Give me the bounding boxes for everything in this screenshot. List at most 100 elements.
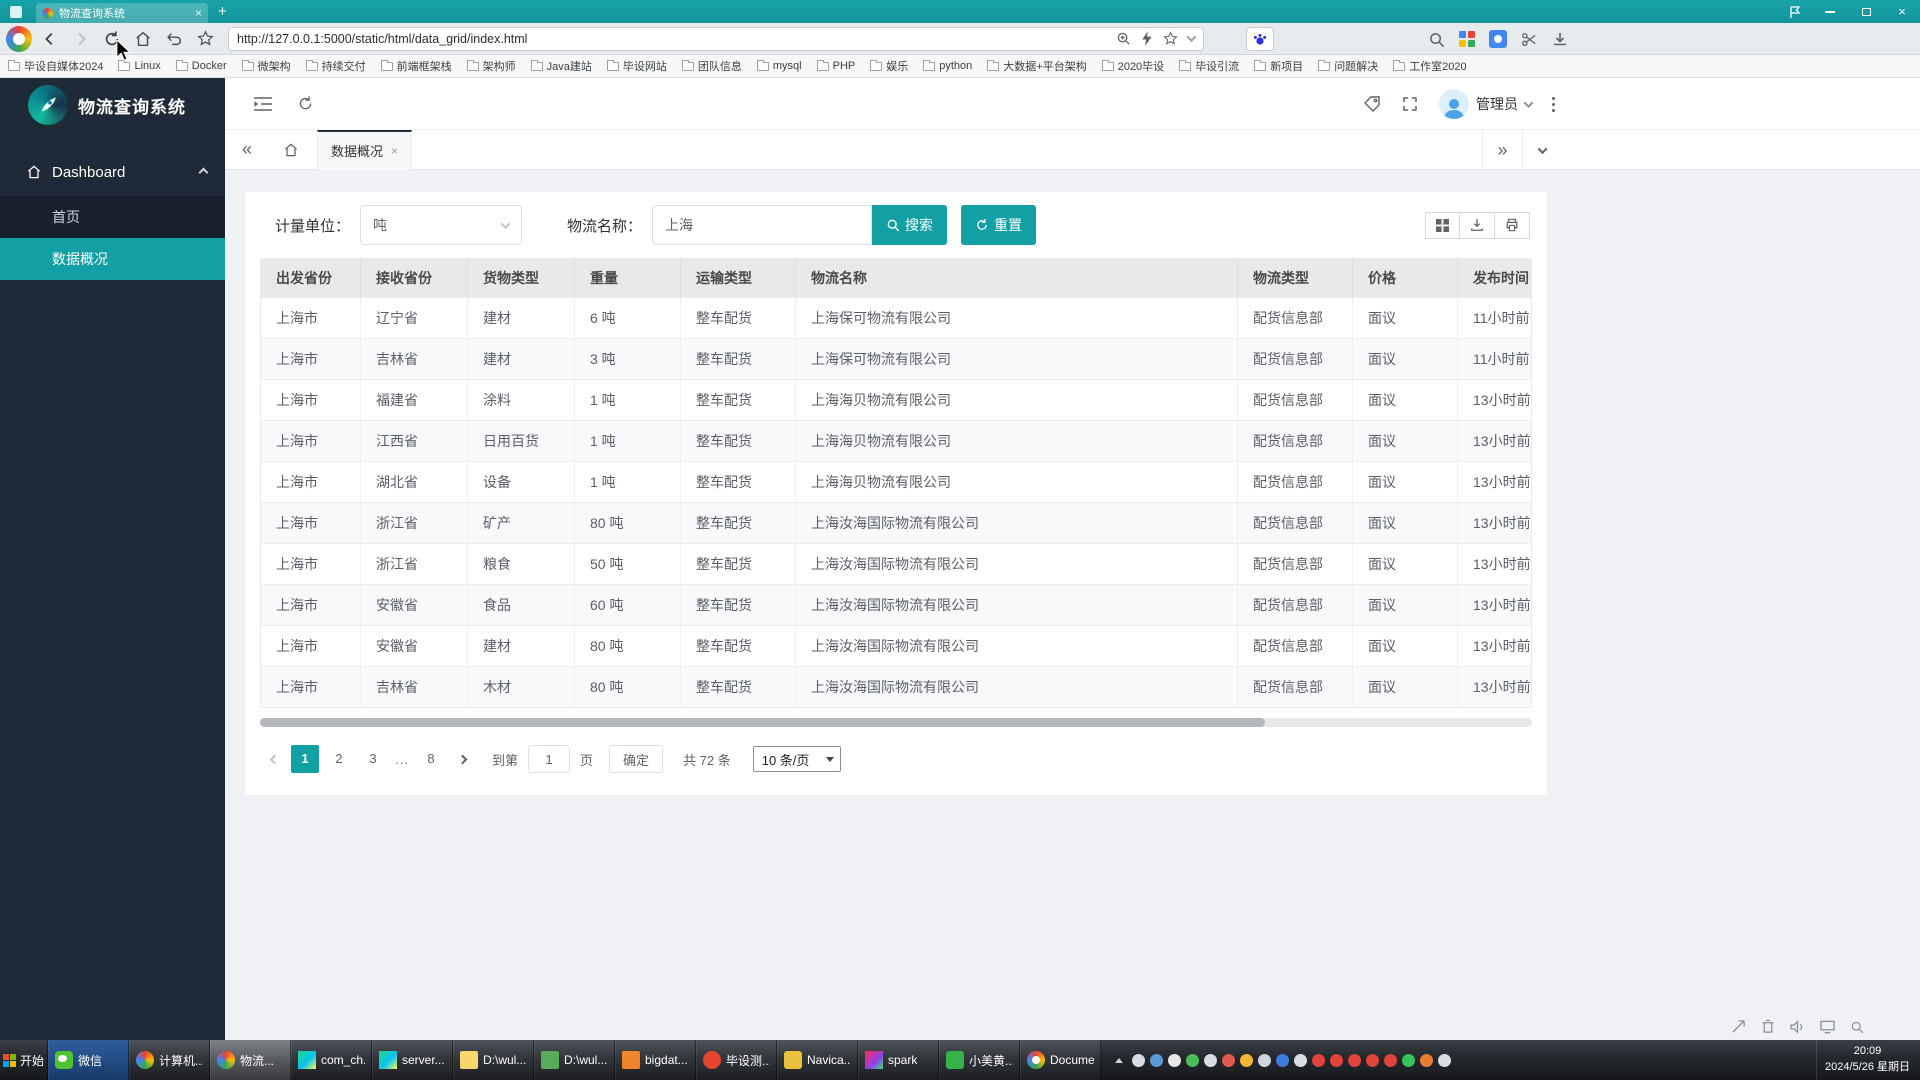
sidebar-item-dashboard[interactable]: Dashboard <box>0 148 225 196</box>
page-size-select[interactable]: 10 条/页 <box>753 746 841 772</box>
export-icon-button[interactable] <box>1460 212 1495 239</box>
browser-logo[interactable] <box>6 26 32 52</box>
taskbar-item[interactable]: Navica... <box>777 1040 858 1080</box>
tray-icon[interactable] <box>1132 1054 1145 1067</box>
tray-icon[interactable] <box>1312 1054 1325 1067</box>
bookmark-item[interactable]: Docker <box>176 60 227 72</box>
tray-expand-icon[interactable] <box>1115 1058 1123 1063</box>
more-options-icon[interactable] <box>1552 97 1555 112</box>
bookmark-item[interactable]: 团队信息 <box>682 58 742 74</box>
search-button[interactable]: 搜索 <box>872 205 947 245</box>
maximize-button[interactable] <box>1848 0 1884 23</box>
reset-button[interactable]: 重置 <box>961 205 1036 245</box>
confirm-button[interactable]: 确定 <box>609 745 663 773</box>
tray-icon[interactable] <box>1384 1054 1397 1067</box>
download-icon[interactable] <box>1552 31 1568 47</box>
bookmark-item[interactable]: 架构师 <box>467 58 516 74</box>
browser-menu-icon[interactable] <box>10 6 22 18</box>
tab-close-icon[interactable]: × <box>195 7 202 19</box>
sidebar-item-data-overview[interactable]: 数据概况 <box>0 238 225 280</box>
page-button[interactable]: 8 <box>417 745 445 773</box>
taskbar-item[interactable]: 计算机... <box>129 1040 210 1080</box>
taskbar-item[interactable]: D:\wul... <box>534 1040 615 1080</box>
bookmark-item[interactable]: Linux <box>118 60 160 72</box>
columns-icon-button[interactable] <box>1425 212 1460 239</box>
lightning-icon[interactable] <box>1141 31 1153 46</box>
new-tab-button[interactable]: + <box>218 2 227 22</box>
bookmark-item[interactable]: Java建站 <box>531 58 592 74</box>
taskbar-item[interactable]: com_ch... <box>291 1040 372 1080</box>
bookmark-item[interactable]: python <box>923 60 972 72</box>
table-row[interactable]: 上海市安徽省食品60 吨整车配货上海汝海国际物流有限公司配货信息部面议13小时前 <box>261 584 1531 625</box>
goto-page-input[interactable] <box>528 745 570 773</box>
taskbar-item[interactable]: bigdat... <box>615 1040 696 1080</box>
tray-icon[interactable] <box>1276 1054 1289 1067</box>
search-icon[interactable] <box>1428 31 1445 48</box>
forward-button[interactable] <box>68 26 94 52</box>
taskbar-item[interactable]: 小美黄... <box>939 1040 1020 1080</box>
feedback-flag-icon[interactable] <box>1788 5 1802 19</box>
horizontal-scrollbar[interactable] <box>260 718 1532 727</box>
taskbar-clock[interactable]: 20:09 2024/5/26 星期日 <box>1816 1040 1920 1080</box>
scissors-icon[interactable] <box>1521 31 1538 48</box>
search-icon[interactable] <box>1850 1020 1864 1034</box>
tray-icon[interactable] <box>1420 1054 1433 1067</box>
page-button[interactable]: 3 <box>359 745 387 773</box>
user-menu[interactable]: 管理员 <box>1439 89 1532 119</box>
unit-select[interactable]: 吨 <box>360 205 522 245</box>
taskbar-item[interactable]: Docume... <box>1020 1040 1101 1080</box>
table-row[interactable]: 上海市福建省涂料1 吨整车配货上海海贝物流有限公司配货信息部面议13小时前 <box>261 379 1531 420</box>
refresh-page-icon[interactable] <box>297 95 314 112</box>
sidebar-item-home[interactable]: 首页 <box>0 196 225 238</box>
bookmark-item[interactable]: mysql <box>757 60 802 72</box>
scrollbar-thumb[interactable] <box>260 718 1265 727</box>
tabs-home-icon[interactable] <box>269 130 313 170</box>
apps-grid-icon[interactable] <box>1459 31 1475 47</box>
page-button[interactable]: 1 <box>291 745 319 773</box>
tray-icon[interactable] <box>1294 1054 1307 1067</box>
zoom-icon[interactable] <box>1116 31 1131 46</box>
taskbar-item[interactable]: 微信 <box>48 1040 129 1080</box>
bookmark-item[interactable]: 前端框架栈 <box>381 58 452 74</box>
print-icon-button[interactable] <box>1495 212 1530 239</box>
table-row[interactable]: 上海市吉林省木材80 吨整车配货上海汝海国际物流有限公司配货信息部面议13小时前 <box>261 666 1531 707</box>
table-row[interactable]: 上海市湖北省设备1 吨整车配货上海海贝物流有限公司配货信息部面议13小时前 <box>261 461 1531 502</box>
monitor-icon[interactable] <box>1820 1020 1835 1034</box>
bookmark-item[interactable]: 新项目 <box>1254 58 1303 74</box>
tabs-scroll-right-icon[interactable]: » <box>1482 130 1522 170</box>
bookmark-item[interactable]: 大数据+平台架构 <box>987 58 1086 74</box>
browser-tab[interactable]: 物流查询系统 × <box>36 3 208 23</box>
tab-close-icon[interactable]: × <box>391 144 398 158</box>
close-window-button[interactable]: × <box>1884 0 1920 23</box>
bookmark-star-icon[interactable] <box>1163 31 1178 46</box>
taskbar-item[interactable]: server... <box>372 1040 453 1080</box>
bookmark-item[interactable]: 毕设自媒体2024 <box>8 58 103 74</box>
bookmark-item[interactable]: 微架构 <box>242 58 291 74</box>
url-text[interactable]: http://127.0.0.1:5000/static/html/data_g… <box>237 32 1106 46</box>
start-button[interactable]: 开始 <box>0 1040 48 1080</box>
bookmark-item[interactable]: 问题解决 <box>1318 58 1378 74</box>
bookmark-item[interactable]: 2020毕设 <box>1102 58 1164 74</box>
back-button[interactable] <box>37 26 63 52</box>
tag-icon[interactable] <box>1363 95 1381 113</box>
baidu-paw-icon[interactable] <box>1246 27 1274 51</box>
page-button[interactable]: 2 <box>325 745 353 773</box>
tray-icon[interactable] <box>1258 1054 1271 1067</box>
refresh-button[interactable] <box>99 26 125 52</box>
taskbar-item[interactable]: D:\wul... <box>453 1040 534 1080</box>
taskbar-item[interactable]: 物流... <box>210 1040 291 1080</box>
tabs-collapse-left-icon[interactable]: « <box>225 130 269 170</box>
bookmark-item[interactable]: 毕设网站 <box>607 58 667 74</box>
taskbar-item[interactable]: spark <box>858 1040 939 1080</box>
minimize-button[interactable] <box>1812 0 1848 23</box>
fullscreen-icon[interactable] <box>1401 95 1419 113</box>
table-row[interactable]: 上海市浙江省矿产80 吨整车配货上海汝海国际物流有限公司配货信息部面议13小时前 <box>261 502 1531 543</box>
address-bar[interactable]: http://127.0.0.1:5000/static/html/data_g… <box>228 27 1204 51</box>
bookmark-item[interactable]: 娱乐 <box>870 58 908 74</box>
table-row[interactable]: 上海市辽宁省建材6 吨整车配货上海保可物流有限公司配货信息部面议11小时前 <box>261 297 1531 338</box>
logistics-name-input[interactable] <box>652 205 872 245</box>
bookmark-item[interactable]: 工作室2020 <box>1393 58 1466 74</box>
table-row[interactable]: 上海市浙江省粮食50 吨整车配货上海汝海国际物流有限公司配货信息部面议13小时前 <box>261 543 1531 584</box>
tray-icon[interactable] <box>1168 1054 1181 1067</box>
table-row[interactable]: 上海市吉林省建材3 吨整车配货上海保可物流有限公司配货信息部面议11小时前 <box>261 338 1531 379</box>
